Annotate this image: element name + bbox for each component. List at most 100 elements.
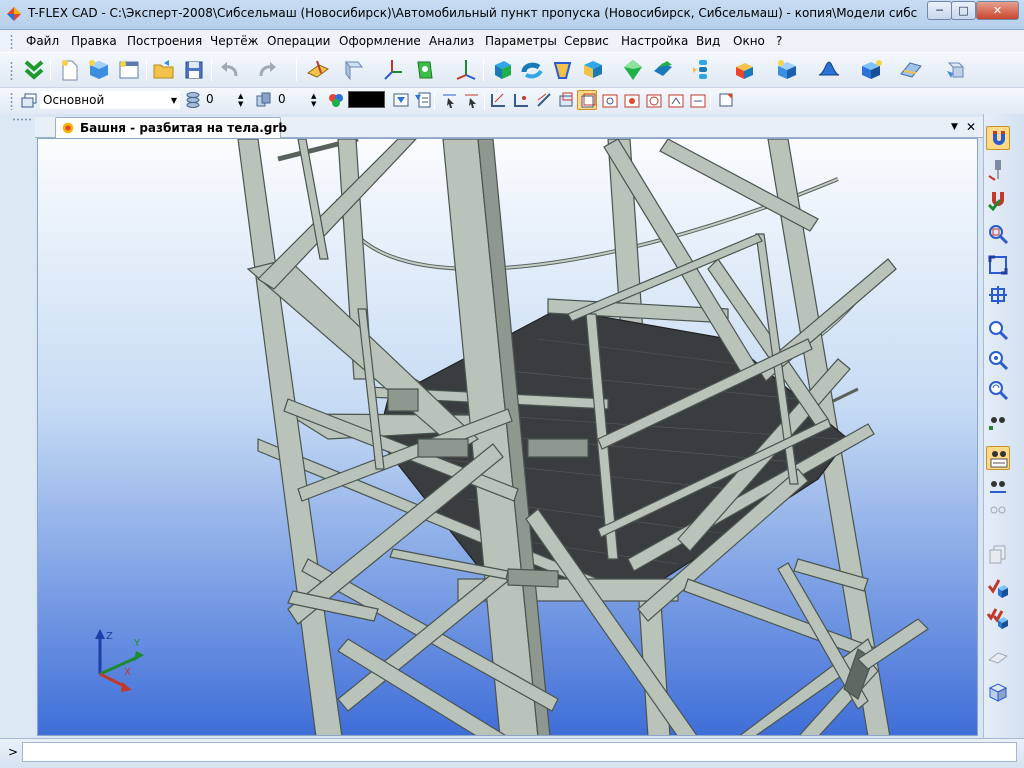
array-icon[interactable]: [690, 57, 716, 83]
fillet-icon[interactable]: [650, 57, 676, 83]
menu-design[interactable]: Оформление: [339, 34, 421, 48]
lcs-axes-icon[interactable]: [380, 57, 406, 83]
zoom-realtime-icon[interactable]: [986, 378, 1010, 402]
menu-window[interactable]: Окно: [733, 34, 765, 48]
minimize-button[interactable]: ─: [927, 1, 952, 20]
menu-drawing[interactable]: Чертёж: [210, 34, 258, 48]
menu-edit[interactable]: Правка: [71, 34, 117, 48]
command-line-input[interactable]: [22, 742, 1017, 762]
zoom-fit-icon[interactable]: [986, 253, 1010, 277]
menu-analysis[interactable]: Анализ: [429, 34, 474, 48]
new-assembly-window-icon[interactable]: [116, 57, 142, 83]
snap-select-alt-icon[interactable]: [462, 90, 482, 110]
open-folder-icon[interactable]: [151, 57, 177, 83]
new-document-icon[interactable]: [56, 57, 82, 83]
menu-file[interactable]: Файл: [26, 34, 59, 48]
wireframe-icon[interactable]: [986, 500, 1010, 524]
color-palette-icon[interactable]: [326, 90, 346, 110]
select-faces-icon[interactable]: [556, 90, 576, 110]
menu-parameters[interactable]: Параметры: [485, 34, 557, 48]
select-vertices-icon[interactable]: [512, 90, 532, 110]
loft-icon[interactable]: [550, 57, 576, 83]
menu-service[interactable]: Сервис: [564, 34, 609, 48]
workplane-icon[interactable]: [305, 57, 331, 83]
tflex-app-icon[interactable]: [6, 6, 22, 22]
menu-help[interactable]: ?: [776, 34, 782, 48]
save-disk-icon[interactable]: [181, 57, 207, 83]
select-operations-icon[interactable]: [600, 90, 620, 110]
priority-icon: [254, 90, 274, 110]
select-all-icon[interactable]: [716, 90, 736, 110]
sheet-metal-icon[interactable]: [898, 57, 924, 83]
dock-grip[interactable]: [12, 118, 32, 121]
level-up-arrow-icon[interactable]: ▲: [238, 93, 243, 100]
document-list-dropdown-icon[interactable]: ▼: [951, 122, 958, 132]
toolbar-grip[interactable]: [10, 61, 13, 81]
menu-settings[interactable]: Настройка: [621, 34, 688, 48]
insert-fragment-icon[interactable]: [775, 57, 801, 83]
menu-view[interactable]: Вид: [696, 34, 720, 48]
layers-icon[interactable]: [19, 91, 39, 111]
hidden-lines-icon[interactable]: [986, 476, 1010, 500]
model-tree-icon[interactable]: [943, 57, 969, 83]
document-tab-bar: Башня - разбитая на тела.grb ▼ ✕: [35, 117, 983, 138]
3d-node-icon[interactable]: [340, 57, 366, 83]
sweep-icon[interactable]: [580, 57, 606, 83]
view-cube-icon[interactable]: [986, 680, 1010, 704]
zoom-in-icon[interactable]: [986, 318, 1010, 342]
priority-spinner-value[interactable]: 0: [278, 91, 286, 109]
zoom-window-icon[interactable]: [986, 222, 1010, 246]
filter-list-icon[interactable]: [413, 90, 433, 110]
menubar-grip[interactable]: [10, 34, 13, 50]
select-bodies-icon[interactable]: [577, 90, 597, 110]
3d-profile-icon[interactable]: [412, 57, 438, 83]
menu-construct[interactable]: Построения: [127, 34, 202, 48]
zoom-previous-icon[interactable]: [986, 348, 1010, 372]
section-plane-icon[interactable]: [986, 645, 1010, 669]
document-tab[interactable]: Башня - разбитая на тела.grb: [55, 117, 287, 138]
level-down-arrow-icon[interactable]: ▼: [238, 101, 243, 108]
magnet-check-icon[interactable]: [986, 188, 1010, 212]
maximize-button[interactable]: □: [951, 1, 976, 20]
chevron-down-double-icon[interactable]: [21, 57, 47, 83]
body-icon[interactable]: [858, 57, 884, 83]
select-fragments-icon[interactable]: [622, 90, 642, 110]
select-sketch-icon[interactable]: [666, 90, 686, 110]
extrusion-icon[interactable]: [490, 57, 516, 83]
boolean-icon[interactable]: [620, 57, 646, 83]
snap-select-icon[interactable]: [440, 90, 460, 110]
rotation-icon[interactable]: [520, 57, 546, 83]
color-swatch[interactable]: [348, 91, 385, 108]
toolbar-separator: [50, 59, 51, 81]
menu-operations[interactable]: Операции: [267, 34, 330, 48]
level-spinner-value[interactable]: 0: [206, 91, 214, 109]
surface-icon[interactable]: [816, 57, 842, 83]
toolbar-separator: [146, 59, 147, 81]
redo-icon[interactable]: [255, 57, 281, 83]
check-bodies-icon[interactable]: [986, 576, 1010, 600]
pin-snap-icon[interactable]: [986, 158, 1010, 182]
dimension-display-icon[interactable]: [986, 446, 1010, 470]
close-document-icon[interactable]: ✕: [966, 120, 976, 134]
filter-icon[interactable]: [391, 90, 411, 110]
close-window-button[interactable]: ✕: [976, 1, 1019, 20]
magnet-snap-icon[interactable]: [986, 126, 1010, 150]
3d-viewport[interactable]: Z Y X: [37, 138, 978, 736]
copy-view-icon[interactable]: [986, 542, 1010, 566]
select-dimensions-icon[interactable]: [688, 90, 708, 110]
select-loops-icon[interactable]: [644, 90, 664, 110]
tower-model[interactable]: Z Y X: [38, 139, 978, 736]
3d-axis-icon[interactable]: [453, 57, 479, 83]
undo-icon[interactable]: [216, 57, 242, 83]
priority-down-arrow-icon[interactable]: ▼: [311, 101, 316, 108]
zoom-all-icon[interactable]: [986, 283, 1010, 307]
show-hide-icon[interactable]: [986, 412, 1010, 436]
priority-up-arrow-icon[interactable]: ▲: [311, 93, 316, 100]
check-assembly-icon[interactable]: [986, 606, 1010, 630]
assembly-icon[interactable]: [733, 57, 759, 83]
new-3d-model-icon[interactable]: [86, 57, 112, 83]
select-lines-icon[interactable]: [534, 90, 554, 110]
select-edges-icon[interactable]: [489, 90, 509, 110]
toolbar-grip[interactable]: [10, 92, 13, 110]
layer-select[interactable]: Основной ▼: [40, 91, 180, 109]
